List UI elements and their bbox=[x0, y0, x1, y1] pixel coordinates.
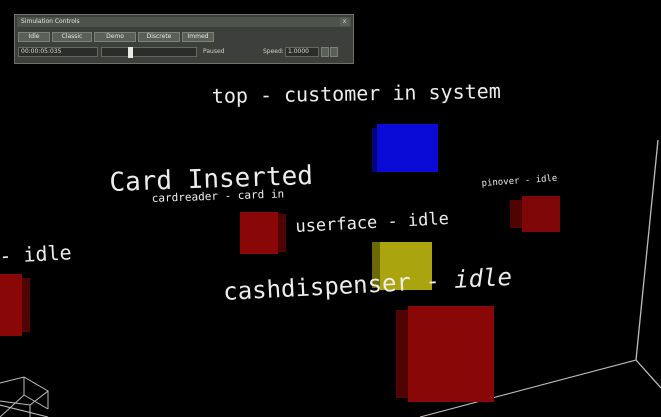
mode-button-classic[interactable]: Classic bbox=[52, 32, 92, 42]
speed-spinner-up[interactable] bbox=[321, 47, 329, 57]
label-idle-left: - idle bbox=[0, 240, 73, 268]
panel-title: Simulation Controls bbox=[21, 18, 80, 25]
time-slider-handle[interactable] bbox=[128, 47, 133, 58]
mode-button-immed[interactable]: Immed bbox=[182, 32, 214, 42]
mode-button-discrete[interactable]: Discrete bbox=[138, 32, 180, 42]
status-text: Paused bbox=[203, 48, 225, 55]
mode-button-idle[interactable]: Idle bbox=[18, 32, 50, 42]
sim-time-field: 00:00:05:035 bbox=[18, 47, 98, 57]
speed-spinner-down[interactable] bbox=[330, 47, 338, 57]
speed-label: Speed: bbox=[263, 48, 284, 55]
red-cube-left[interactable] bbox=[0, 274, 30, 336]
simulation-viewport[interactable]: top - customer in system Card Inserted c… bbox=[0, 0, 661, 417]
time-slider[interactable] bbox=[101, 47, 197, 58]
label-cashdispenser-state: idle bbox=[453, 262, 513, 294]
red-cube-pinover[interactable] bbox=[510, 196, 560, 232]
speed-input[interactable]: 1.0000 bbox=[285, 47, 319, 57]
blue-cube-top[interactable] bbox=[372, 124, 438, 172]
red-cube-cashdispenser[interactable] bbox=[396, 306, 494, 402]
close-icon[interactable]: x bbox=[340, 18, 349, 26]
simulation-control-panel: Simulation Controls x Idle Classic Demo … bbox=[14, 14, 354, 64]
label-top: top - customer in system bbox=[211, 78, 501, 108]
red-cube-cardreader[interactable] bbox=[240, 212, 286, 254]
mode-button-demo[interactable]: Demo bbox=[94, 32, 136, 42]
panel-titlebar[interactable]: Simulation Controls x bbox=[17, 17, 351, 27]
